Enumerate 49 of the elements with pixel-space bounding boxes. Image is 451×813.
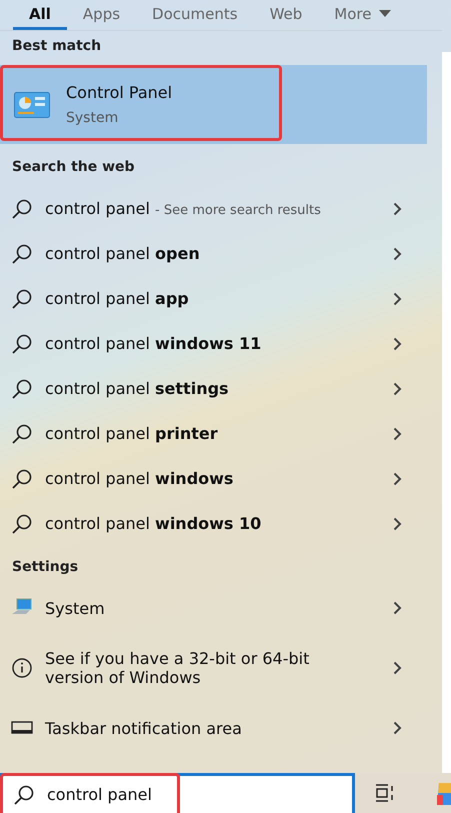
- taskbar-icon: [11, 721, 33, 735]
- web-suggestion[interactable]: control panel printer: [45, 424, 381, 443]
- web-suggestion[interactable]: control panel app: [45, 289, 381, 308]
- search-bar[interactable]: control panel: [0, 773, 355, 813]
- search-icon: [11, 198, 33, 220]
- info-icon: [11, 657, 33, 679]
- search-icon: [11, 378, 33, 400]
- web-suggestion[interactable]: control panel - See more search results: [45, 199, 381, 218]
- search-tab[interactable]: Documents: [136, 0, 254, 30]
- chevron-icon: [393, 661, 402, 675]
- chevron-icon: [393, 472, 402, 486]
- task-view-icon[interactable]: [375, 783, 395, 803]
- settings-result[interactable]: See if you have a 32-bit or 64-bit version of Windows: [45, 649, 381, 687]
- section-heading: Settings: [11, 558, 80, 577]
- section-heading: Best match: [11, 37, 102, 56]
- search-tab[interactable]: More: [318, 0, 408, 30]
- best-match-result[interactable]: Control Panel System: [0, 65, 427, 144]
- chevron-icon: [393, 292, 402, 306]
- app-icon[interactable]: [435, 781, 451, 805]
- chevron-icon: [393, 382, 402, 396]
- result-title: Control Panel: [66, 83, 172, 102]
- control-panel-icon: [14, 92, 50, 118]
- web-suggestion[interactable]: control panel settings: [45, 379, 381, 398]
- chevron-icon: [393, 601, 402, 615]
- chevron-icon: [393, 246, 402, 260]
- web-suggestion[interactable]: control panel open: [45, 244, 381, 263]
- search-input[interactable]: control panel: [47, 785, 197, 804]
- search-icon: [11, 288, 33, 310]
- chevron-icon: [393, 202, 402, 216]
- settings-result[interactable]: System: [45, 598, 381, 618]
- chevron-icon: [393, 516, 402, 530]
- web-suggestion[interactable]: control panel windows: [45, 469, 381, 488]
- settings-result[interactable]: Taskbar notification area: [45, 718, 381, 738]
- search-tab[interactable]: Apps: [66, 0, 136, 30]
- search-icon: [13, 784, 35, 806]
- search-tab[interactable]: All: [13, 0, 67, 30]
- section-heading: Search the web: [11, 158, 136, 177]
- result-subtitle: System: [66, 110, 120, 126]
- web-suggestion[interactable]: control panel windows 10: [45, 514, 381, 533]
- chevron-icon: [393, 721, 402, 735]
- chevron-icon: [393, 336, 402, 350]
- search-icon: [11, 332, 33, 354]
- search-tab[interactable]: Web: [254, 0, 318, 30]
- search-icon: [11, 512, 33, 534]
- web-suggestion[interactable]: control panel windows 11: [45, 334, 381, 353]
- chevron-icon: [393, 426, 402, 440]
- search-icon: [11, 422, 33, 444]
- search-icon: [11, 468, 33, 490]
- search-icon: [11, 242, 33, 264]
